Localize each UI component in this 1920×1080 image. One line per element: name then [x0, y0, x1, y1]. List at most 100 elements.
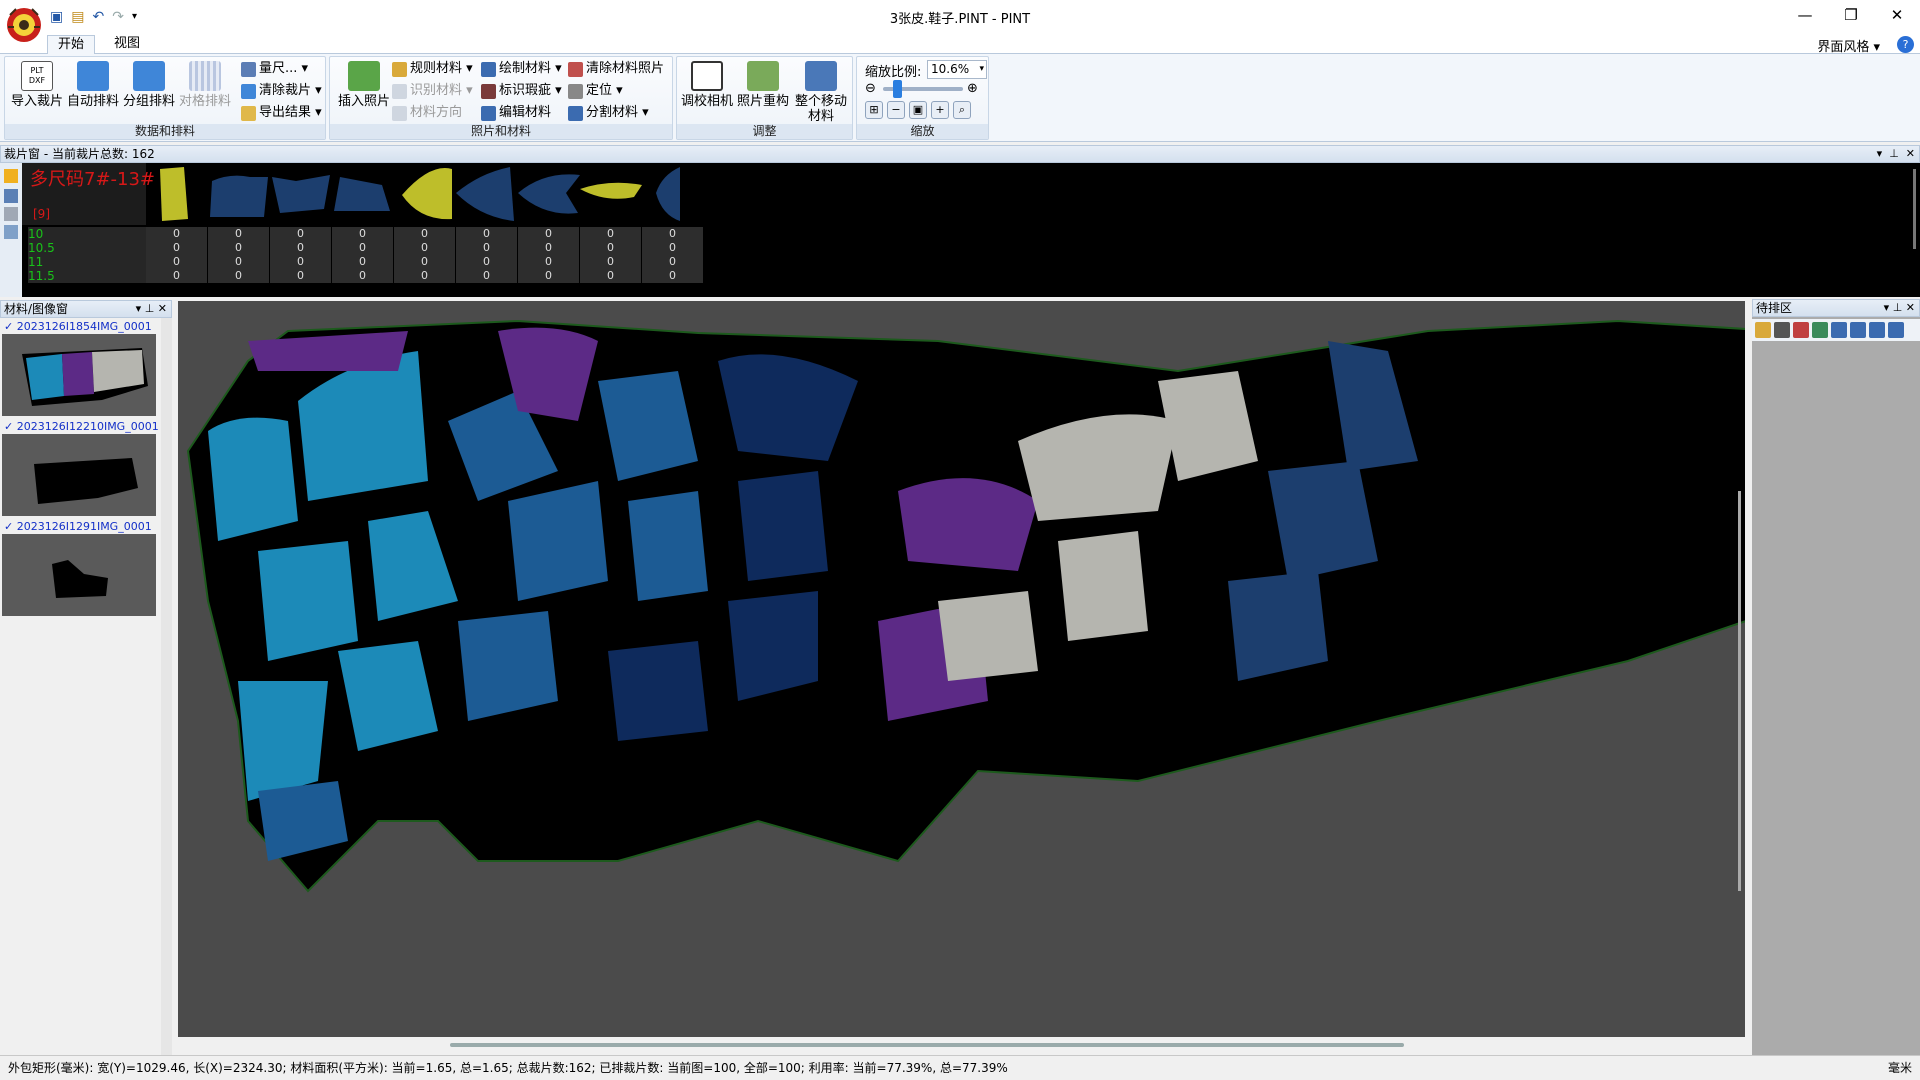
filter-icon[interactable]	[4, 207, 18, 221]
pieces-scrollbar[interactable]	[1913, 169, 1916, 249]
move-material-button[interactable]: 整个移动 材料	[791, 61, 851, 124]
piece-count-cell[interactable]: 0	[146, 241, 208, 255]
piece-count-cell[interactable]: 0	[394, 227, 456, 241]
group-nest-button[interactable]: 分组排料	[121, 61, 177, 109]
panel-pin-icon[interactable]: ⊥	[1889, 147, 1899, 160]
measure-button[interactable]: 量尺... ▾	[241, 59, 308, 79]
sort-icon[interactable]	[4, 189, 18, 203]
zoom-all-icon[interactable]: ⌕	[953, 101, 971, 119]
pending-panel-pin-icon[interactable]: ⊥	[1893, 301, 1903, 314]
locate-button[interactable]: 定位 ▾	[568, 81, 623, 101]
close-button[interactable]: ✕	[1874, 0, 1920, 30]
piece-count-cell[interactable]: 0	[642, 255, 704, 269]
material-thumb-2[interactable]	[2, 534, 156, 616]
piece-count-cell[interactable]: 0	[642, 227, 704, 241]
canvas-vertical-scrollbar[interactable]	[1738, 301, 1745, 1037]
piece-count-cell[interactable]: 0	[270, 241, 332, 255]
maximize-button[interactable]: ❐	[1828, 0, 1874, 30]
piece-count-cell[interactable]: 0	[580, 255, 642, 269]
ui-style-menu[interactable]: 界面风格 ▾	[1817, 36, 1880, 55]
nesting-canvas[interactable]	[178, 301, 1745, 1037]
help-icon[interactable]: ?	[1897, 36, 1914, 53]
pending-clear-icon[interactable]	[1793, 322, 1809, 338]
mat-panel-menu-icon[interactable]: ▾	[136, 302, 142, 315]
piece-count-cell[interactable]: 0	[208, 227, 270, 241]
piece-count-cell[interactable]: 0	[208, 269, 270, 283]
zoom-plus-icon[interactable]: +	[931, 101, 949, 119]
piece-count-cell[interactable]: 0	[580, 227, 642, 241]
piece-count-cell[interactable]: 0	[456, 269, 518, 283]
piece-count-cell[interactable]: 0	[332, 227, 394, 241]
zoom-window-icon[interactable]: ▣	[909, 101, 927, 119]
photo-rebuild-button[interactable]: 照片重构	[735, 61, 791, 109]
piece-count-cell[interactable]: 0	[146, 255, 208, 269]
material-item-label-1[interactable]: ✓ 2023126I12210IMG_0001	[4, 420, 159, 433]
import-pieces-button[interactable]: PLT DXF 导入裁片	[9, 61, 65, 109]
piece-count-cell[interactable]: 0	[270, 227, 332, 241]
piece-count-cell[interactable]: 0	[580, 241, 642, 255]
draw-material-button[interactable]: 绘制材料 ▾	[481, 59, 562, 79]
piece-count-cell[interactable]: 0	[270, 255, 332, 269]
zoom-fit-icon[interactable]: ⊞	[865, 101, 883, 119]
piece-count-cell[interactable]: 0	[456, 255, 518, 269]
mark-defect-button[interactable]: 标识瑕疵 ▾	[481, 81, 562, 101]
piece-count-cell[interactable]: 0	[518, 227, 580, 241]
export-result-button[interactable]: 导出结果 ▾	[241, 103, 322, 123]
pending-flip-icon[interactable]	[1888, 322, 1904, 338]
pending-remove-icon[interactable]	[1774, 322, 1790, 338]
canvas-horizontal-scrollbar[interactable]	[450, 1043, 1404, 1047]
piece-count-cell[interactable]: 0	[394, 241, 456, 255]
pending-sort-icon[interactable]	[1831, 322, 1847, 338]
tab-start[interactable]: 开始	[47, 35, 96, 54]
zoom-in-icon[interactable]: ⊕	[967, 81, 978, 96]
identify-material-button[interactable]: 识别材料 ▾	[392, 81, 473, 101]
app-logo[interactable]	[4, 3, 44, 49]
pending-edit-icon[interactable]	[1812, 322, 1828, 338]
piece-thumbnails[interactable]	[150, 165, 710, 223]
piece-count-cell[interactable]: 0	[518, 269, 580, 283]
piece-count-cell[interactable]: 0	[394, 269, 456, 283]
piece-count-cell[interactable]: 0	[208, 241, 270, 255]
material-thumb-1[interactable]	[2, 434, 156, 516]
panel-menu-icon[interactable]: ▾	[1877, 147, 1883, 160]
piece-count-cell[interactable]: 0	[518, 241, 580, 255]
zoom-out-icon[interactable]: ⊖	[865, 81, 876, 96]
calibrate-camera-button[interactable]: 调校相机	[679, 61, 735, 109]
piece-count-cell[interactable]: 0	[642, 269, 704, 283]
zoom-ratio-combo[interactable]: 10.6% ▾	[927, 60, 987, 79]
piece-count-cell[interactable]: 0	[642, 241, 704, 255]
piece-count-cell[interactable]: 0	[146, 269, 208, 283]
material-item-label-2[interactable]: ✓ 2023126I1291IMG_0001	[4, 520, 159, 533]
piece-count-cell[interactable]: 0	[394, 255, 456, 269]
rule-material-button[interactable]: 规则材料 ▾	[392, 59, 473, 79]
piece-count-cell[interactable]: 0	[456, 227, 518, 241]
pending-panel-close-icon[interactable]: ✕	[1906, 301, 1915, 314]
piece-count-cell[interactable]: 0	[332, 269, 394, 283]
grid-nest-button[interactable]: 对格排料	[177, 61, 233, 109]
split-material-button[interactable]: 分割材料 ▾	[568, 103, 649, 123]
material-item-label-0[interactable]: ✓ 2023126I1854IMG_0001	[4, 320, 159, 333]
piece-count-cell[interactable]: 0	[456, 241, 518, 255]
clear-pieces-button[interactable]: 清除裁片 ▾	[241, 81, 322, 101]
piece-count-cell[interactable]: 0	[580, 269, 642, 283]
lightning-icon[interactable]	[4, 169, 18, 183]
panel-close-icon[interactable]: ✕	[1906, 147, 1915, 160]
list-icon[interactable]	[4, 225, 18, 239]
zoom-slider-thumb[interactable]	[893, 80, 902, 98]
piece-count-cell[interactable]: 0	[270, 269, 332, 283]
mat-panel-pin-icon[interactable]: ⊥	[145, 302, 155, 315]
piece-count-cell[interactable]: 0	[208, 255, 270, 269]
pending-place-icon[interactable]	[1850, 322, 1866, 338]
piece-count-cell[interactable]: 0	[332, 255, 394, 269]
material-thumb-0[interactable]	[2, 334, 156, 416]
clear-photo-button[interactable]: 清除材料照片	[568, 59, 664, 79]
mat-panel-close-icon[interactable]: ✕	[158, 302, 167, 315]
insert-photo-button[interactable]: 插入照片	[336, 61, 392, 109]
pending-panel-menu-icon[interactable]: ▾	[1884, 301, 1890, 314]
material-scrollbar[interactable]	[161, 318, 172, 1055]
zoom-minus-icon[interactable]: −	[887, 101, 905, 119]
minimize-button[interactable]: —	[1782, 0, 1828, 30]
piece-count-cell[interactable]: 0	[518, 255, 580, 269]
piece-count-cell[interactable]: 0	[146, 227, 208, 241]
tab-view[interactable]: 视图	[104, 35, 150, 54]
